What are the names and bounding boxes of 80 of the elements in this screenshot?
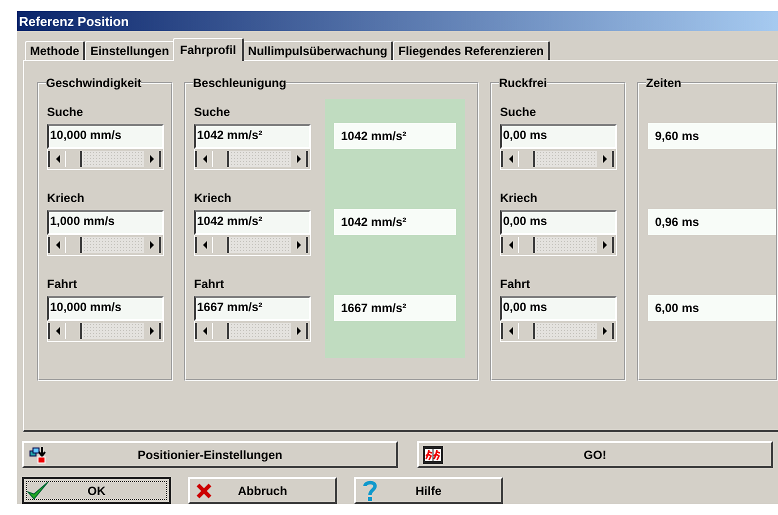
- value-field[interactable]: 10,000 mm/s: [47, 296, 164, 321]
- group-title: Zeiten: [646, 76, 682, 90]
- left-arrow-icon: [202, 327, 206, 335]
- film-runner-icon: [423, 444, 443, 464]
- left-arrow-icon: [56, 155, 60, 163]
- value-field[interactable]: 0,00 ms: [500, 124, 617, 149]
- tab[interactable]: Methode: [25, 41, 86, 60]
- left-arrow-icon: [202, 241, 206, 249]
- stacked-squares-icon: [29, 446, 47, 464]
- slider[interactable]: [47, 149, 164, 170]
- value-field[interactable]: 1667 mm/s²: [194, 296, 311, 321]
- slider-thumb[interactable]: [518, 151, 535, 167]
- field-label: Kriech: [47, 190, 86, 206]
- left-arrow-icon: [508, 241, 512, 249]
- right-arrow-icon: [296, 327, 300, 335]
- tab[interactable]: Einstellungen: [85, 41, 176, 60]
- tab[interactable]: Nullimpulsüberwachung: [243, 41, 394, 60]
- readout-box: 9,60 ms: [648, 123, 776, 149]
- slider[interactable]: [500, 149, 617, 170]
- field-label: Kriech: [500, 190, 538, 206]
- right-arrow-icon: [150, 241, 154, 249]
- cross-icon: [196, 482, 212, 498]
- slider[interactable]: [500, 235, 617, 256]
- right-arrow-icon: [602, 327, 606, 335]
- field-label: Fahrt: [194, 276, 225, 292]
- value-field[interactable]: 1042 mm/s²: [194, 124, 311, 149]
- left-arrow-icon: [56, 241, 60, 249]
- slider[interactable]: [194, 321, 311, 342]
- readout-box: 6,00 ms: [648, 295, 776, 321]
- settings-button[interactable]: Positionier-Einstellungen: [22, 441, 398, 468]
- readout-box: 0,96 ms: [648, 209, 776, 235]
- right-arrow-icon: [602, 155, 606, 163]
- value-field[interactable]: 1042 mm/s²: [194, 210, 311, 235]
- readout-box: 1042 mm/s²: [334, 209, 456, 235]
- slider[interactable]: [500, 321, 617, 342]
- group-title: Beschleunigung: [193, 76, 286, 90]
- value-field[interactable]: 0,00 ms: [500, 296, 617, 321]
- slider-thumb[interactable]: [212, 151, 229, 167]
- question-mark-icon: [363, 480, 377, 502]
- window-title: Referenz Position: [17, 11, 778, 31]
- field-label: Kriech: [194, 190, 232, 206]
- slider[interactable]: [194, 149, 311, 170]
- right-arrow-icon: [150, 155, 154, 163]
- tab[interactable]: Fliegendes Referenzieren: [393, 41, 550, 60]
- slider[interactable]: [47, 321, 164, 342]
- left-arrow-icon: [56, 327, 60, 335]
- value-field[interactable]: 0,00 ms: [500, 210, 617, 235]
- slider[interactable]: [194, 235, 311, 256]
- slider-thumb[interactable]: [65, 323, 82, 339]
- go-button[interactable]: GO!: [417, 441, 773, 468]
- left-arrow-icon: [508, 155, 512, 163]
- slider-thumb[interactable]: [65, 237, 82, 253]
- slider-thumb[interactable]: [518, 323, 535, 339]
- field-label: Fahrt: [500, 276, 531, 292]
- field-label: Suche: [47, 104, 84, 120]
- tab[interactable]: Fahrprofil: [173, 38, 244, 61]
- field-label: Suche: [500, 104, 538, 120]
- ok-button[interactable]: OK: [22, 477, 171, 504]
- readout-box: 1042 mm/s²: [334, 123, 456, 149]
- left-arrow-icon: [508, 327, 512, 335]
- readout-box: 1667 mm/s²: [334, 295, 456, 321]
- right-arrow-icon: [602, 241, 606, 249]
- right-arrow-icon: [296, 155, 300, 163]
- right-arrow-icon: [296, 241, 300, 249]
- slider-thumb[interactable]: [518, 237, 535, 253]
- left-arrow-icon: [202, 155, 206, 163]
- help-button[interactable]: Hilfe: [354, 477, 503, 504]
- field-label: Suche: [194, 104, 232, 120]
- checkmark-icon: [27, 480, 49, 500]
- value-field[interactable]: 10,000 mm/s: [47, 124, 164, 149]
- group-title: Geschwindigkeit: [46, 76, 142, 90]
- right-arrow-icon: [150, 327, 154, 335]
- slider-thumb[interactable]: [212, 323, 229, 339]
- field-label: Fahrt: [47, 276, 78, 292]
- group-title: Ruckfrei: [499, 76, 548, 90]
- slider[interactable]: [47, 235, 164, 256]
- cancel-button[interactable]: Abbruch: [188, 477, 337, 504]
- value-field[interactable]: 1,000 mm/s: [47, 210, 164, 235]
- slider-thumb[interactable]: [65, 151, 82, 167]
- slider-thumb[interactable]: [212, 237, 229, 253]
